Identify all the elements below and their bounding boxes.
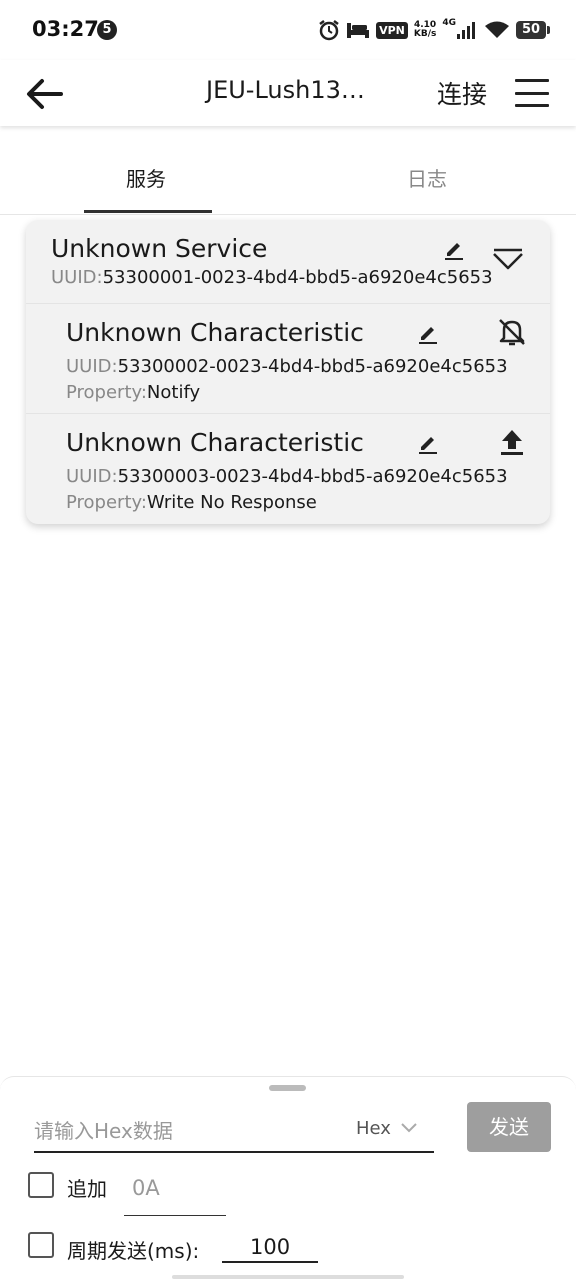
connect-button[interactable]: 连接	[437, 75, 487, 111]
tab-indicator	[84, 210, 212, 213]
characteristic-name: Unknown Characteristic	[66, 318, 364, 347]
property-label: Property:	[66, 492, 147, 513]
service-name: Unknown Service	[51, 234, 268, 263]
append-checkbox[interactable]	[28, 1172, 54, 1198]
hamburger-menu-icon	[515, 79, 549, 82]
device-title: JEU-Lush13…	[206, 76, 365, 104]
vpn-badge: VPN	[376, 21, 408, 39]
property-value: Notify	[146, 382, 201, 403]
bed-icon	[347, 23, 370, 38]
property-value: Write No Response	[146, 492, 317, 513]
tab-bar: 服务 日志	[0, 128, 576, 215]
notification-count-badge: 5	[97, 20, 117, 40]
drag-handle[interactable]	[269, 1085, 306, 1091]
status-time: 03:27	[32, 17, 99, 41]
characteristic-property: Property:Notify	[66, 382, 200, 403]
chevron-down-icon[interactable]	[492, 248, 524, 274]
append-value-input[interactable]: 0A	[132, 1176, 160, 1200]
signal-icon	[457, 22, 475, 39]
send-button[interactable]: 发送	[467, 1102, 551, 1152]
upload-icon[interactable]	[496, 426, 528, 458]
periodic-send-label: 周期发送(ms):	[67, 1239, 200, 1263]
tab-services[interactable]: 服务	[126, 163, 166, 192]
alarm-icon	[319, 20, 339, 41]
input-underline	[34, 1151, 434, 1153]
uuid-label: UUID:	[66, 466, 118, 487]
characteristic-uuid: UUID:53300002-0023-4bd4-bbd5-a6920e4c565…	[66, 356, 508, 377]
send-panel: 请输入Hex数据 Hex 发送 追加 0A 周期发送(ms): 100	[0, 1076, 576, 1281]
status-bar: 03:27 5 VPN 4.10 KB/s 4G 50	[0, 0, 576, 60]
characteristic-item: Unknown Characteristic UUID:53300002-002…	[26, 303, 550, 412]
service-header[interactable]: Unknown Service UUID:53300001-0023-4bd4-…	[26, 220, 550, 302]
chevron-down-icon[interactable]	[400, 1121, 418, 1135]
service-uuid: UUID:53300001-0023-4bd4-bbd5-a6920e4c565…	[51, 267, 493, 288]
app-bar: JEU-Lush13… 连接	[0, 60, 576, 126]
input-underline	[124, 1215, 226, 1216]
wifi-icon	[485, 21, 509, 38]
edit-icon[interactable]	[443, 238, 465, 260]
back-button[interactable]	[22, 72, 66, 116]
input-underline	[222, 1261, 318, 1263]
status-icons: VPN 4.10 KB/s 4G 50	[318, 16, 550, 44]
uuid-value: 53300002-0023-4bd4-bbd5-a6920e4c5653	[117, 356, 508, 377]
network-speed: 4.10 KB/s	[414, 21, 436, 39]
menu-button[interactable]	[515, 76, 549, 110]
uuid-label: UUID:	[51, 267, 103, 288]
service-card: Unknown Service UUID:53300001-0023-4bd4-…	[26, 220, 550, 524]
edit-icon[interactable]	[417, 322, 439, 344]
network-speed-unit: KB/s	[413, 29, 437, 39]
characteristic-name: Unknown Characteristic	[66, 428, 364, 457]
hex-data-input[interactable]: 请输入Hex数据	[34, 1115, 354, 1145]
property-label: Property:	[66, 382, 147, 403]
bell-off-icon[interactable]	[496, 316, 528, 348]
uuid-value: 53300001-0023-4bd4-bbd5-a6920e4c5653	[102, 267, 493, 288]
network-type: 4G	[442, 18, 456, 28]
characteristic-uuid: UUID:53300003-0023-4bd4-bbd5-a6920e4c565…	[66, 466, 508, 487]
battery-icon: 50	[516, 21, 550, 39]
uuid-label: UUID:	[66, 356, 118, 377]
periodic-send-checkbox[interactable]	[28, 1232, 54, 1258]
append-label: 追加	[67, 1177, 107, 1201]
arrow-left-icon	[27, 79, 63, 109]
characteristic-item: Unknown Characteristic UUID:53300003-002…	[26, 413, 550, 522]
uuid-value: 53300003-0023-4bd4-bbd5-a6920e4c5653	[117, 466, 508, 487]
edit-icon[interactable]	[417, 432, 439, 454]
characteristic-property: Property:Write No Response	[66, 492, 317, 513]
period-value-input[interactable]: 100	[250, 1235, 290, 1259]
format-select[interactable]: Hex	[356, 1118, 391, 1139]
tab-log[interactable]: 日志	[407, 163, 447, 192]
gesture-bar	[172, 1275, 404, 1279]
